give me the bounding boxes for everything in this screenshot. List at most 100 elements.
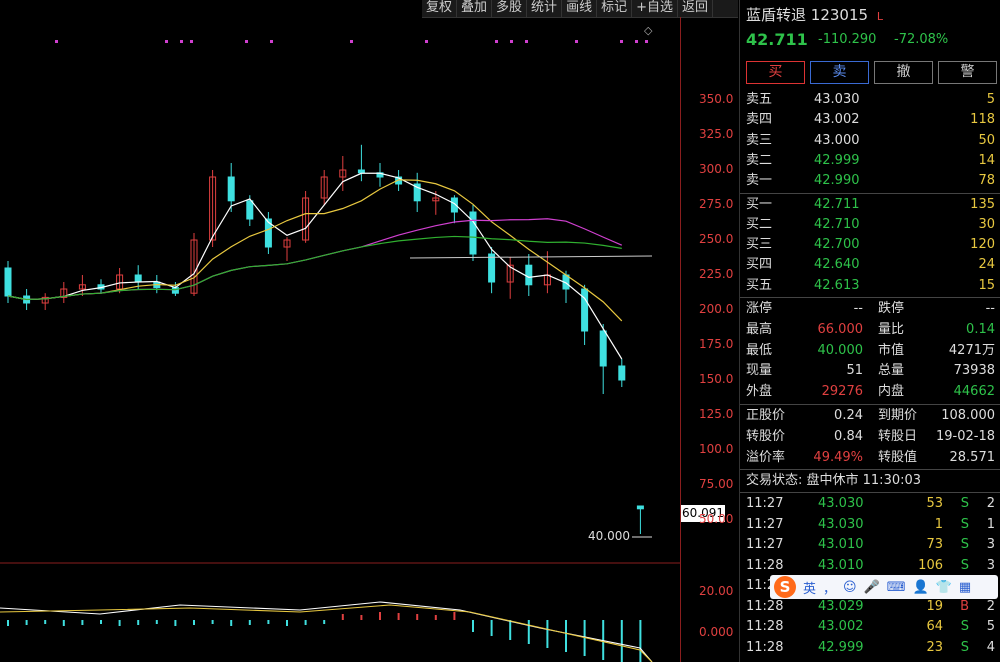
candle-body: [357, 169, 365, 174]
candle-body: [246, 200, 254, 220]
tick-price: 43.029: [818, 598, 864, 614]
candle-body: [469, 211, 477, 255]
tick-time: 11:28: [746, 598, 784, 614]
toolbar-item[interactable]: 画线: [562, 0, 598, 17]
price-tick-label: 175.0: [699, 337, 734, 351]
ime-toolbar[interactable]: S 英 ， ☺ 🎤 ⌨ 👤 👕 ▦: [770, 575, 998, 599]
stat-value: --: [985, 301, 995, 316]
bond-divider: [740, 404, 1000, 405]
price-tick-label: 300.0: [699, 162, 734, 176]
stat-label: 最高: [746, 321, 773, 337]
candle-body: [618, 365, 626, 381]
tick-time: 11:28: [746, 619, 784, 635]
tick-time: 11:28: [746, 639, 784, 655]
security-code: 123015: [810, 6, 869, 24]
tick-side: S: [960, 537, 969, 553]
toolbar-item[interactable]: 统计: [527, 0, 563, 17]
tick-price: 43.002: [818, 619, 864, 635]
event-marker: [620, 40, 623, 43]
row-volume: 120: [970, 237, 995, 253]
sogou-logo-icon[interactable]: S: [774, 576, 796, 598]
cancel-order-button[interactable]: 撤: [874, 61, 933, 84]
stat-value: 44662: [953, 384, 995, 400]
price-tick-label: 250.0: [699, 232, 734, 246]
reference-line: [409, 255, 653, 259]
price-tick-label: 350.0: [699, 92, 734, 106]
toolbar-item[interactable]: 复权: [422, 0, 458, 17]
macd-dif-line: [0, 601, 653, 662]
row-label: 买三: [746, 237, 773, 253]
tick-side: B: [960, 598, 969, 614]
stat-label: 外盘: [746, 384, 773, 400]
tick-price: 43.030: [818, 516, 864, 532]
candle-body: [581, 288, 589, 332]
event-marker: [510, 40, 513, 43]
buy-button[interactable]: 买: [746, 61, 805, 84]
stats-row: 最高 66.000 量比 0.14: [740, 320, 1000, 340]
toolbar-item[interactable]: +自选: [632, 0, 678, 17]
kline-chart[interactable]: ◇ 40.000: [0, 0, 680, 662]
ime-keyboard-icon[interactable]: ⌨: [887, 580, 906, 595]
tick-row: 11:28 43.029 19 B 2: [740, 597, 1000, 617]
last-price: 42.711: [746, 30, 808, 49]
event-marker: [180, 40, 183, 43]
event-marker: [165, 40, 168, 43]
row-volume: 78: [978, 173, 995, 189]
ask-bid-divider: [740, 192, 1000, 194]
quote-row: 卖一 42.990 78: [740, 171, 1000, 191]
stat-label: 转股日: [878, 428, 918, 444]
low-price-annotation: 40.000: [588, 529, 630, 543]
row-label: 卖二: [746, 152, 773, 168]
row-price: 42.710: [814, 216, 860, 232]
tick-row: 11:28 43.010 106 S 3: [740, 556, 1000, 576]
stat-label: 涨停: [746, 301, 773, 316]
row-label: 买五: [746, 277, 773, 293]
stats-row: 外盘 29276 内盘 44662: [740, 382, 1000, 402]
stat-value: 73938: [953, 363, 995, 379]
stat-value: 0.84: [834, 428, 863, 444]
quote-row: 买五 42.613 15: [740, 276, 1000, 296]
row-price: 42.613: [814, 277, 860, 293]
price-tick-label: 50.00: [699, 512, 734, 526]
tick-volume: 64: [926, 619, 943, 635]
ime-voice-icon[interactable]: 🎤: [864, 580, 880, 595]
toolbar-item[interactable]: 多股: [492, 0, 528, 17]
event-marker: [635, 40, 638, 43]
stats-row: 最低 40.000 市值 4271万: [740, 341, 1000, 361]
stat-value: 0.14: [966, 321, 995, 337]
stat-value: --: [853, 301, 863, 316]
ime-user-icon[interactable]: 👤: [913, 580, 929, 595]
sell-button[interactable]: 卖: [810, 61, 869, 84]
event-marker: [190, 40, 193, 43]
tick-volume: 53: [926, 496, 943, 512]
ime-lang-icon[interactable]: 英: [803, 578, 816, 597]
toolbar-item[interactable]: 叠加: [457, 0, 493, 17]
tick-time: 11:27: [746, 537, 784, 553]
toolbar-item[interactable]: 标记: [597, 0, 633, 17]
tick-price: 43.030: [818, 496, 864, 512]
quote-row: 买三 42.700 120: [740, 235, 1000, 255]
row-price: 42.700: [814, 237, 860, 253]
ime-emoji-icon[interactable]: ☺: [843, 580, 857, 595]
stat-label: 市值: [878, 342, 905, 358]
chart-toolbar: 复权 叠加 多股 统计 画线 标记 +自选 返回: [422, 0, 738, 18]
row-label: 卖五: [746, 92, 773, 107]
candle-body: [171, 287, 179, 294]
price-change: -110.290: [818, 32, 877, 47]
ime-punct-icon[interactable]: ，: [823, 578, 836, 597]
quote-row: 买四 42.640 24: [740, 255, 1000, 275]
quote-row: 卖二 42.999 14: [740, 151, 1000, 171]
tick-row: 11:27 43.030 53 S 2: [740, 494, 1000, 514]
tick-side: S: [960, 557, 969, 573]
ime-skin-icon[interactable]: 👕: [936, 580, 952, 595]
tick-time: 11:27: [746, 496, 784, 512]
alert-button[interactable]: 警: [938, 61, 997, 84]
tick-row: 11:28 42.999 23 S 4: [740, 638, 1000, 658]
toolbar-item[interactable]: 返回: [678, 0, 714, 17]
stat-value: 49.49%: [813, 449, 863, 465]
tick-side: S: [960, 639, 969, 655]
row-volume: 30: [978, 216, 995, 232]
ime-menu-icon[interactable]: ▦: [959, 580, 971, 595]
row-price: 42.711: [814, 196, 860, 212]
security-name: 蓝盾转退: [746, 6, 807, 24]
